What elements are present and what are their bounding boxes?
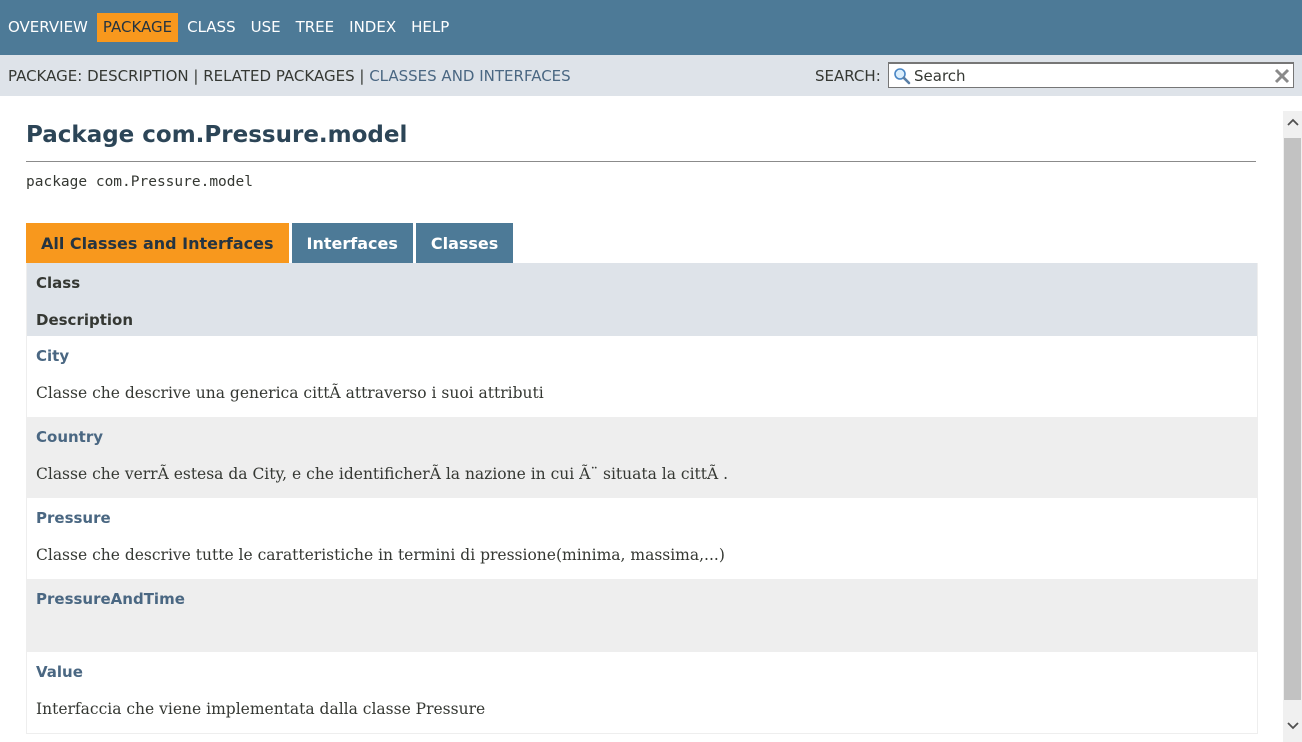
search-box (888, 62, 1294, 88)
class-description: Classe che descrive una generica cittÃ a… (36, 384, 544, 402)
close-icon[interactable] (1272, 66, 1292, 86)
nav-class[interactable]: CLASS (181, 13, 241, 42)
top-nav-list: OVERVIEW PACKAGE CLASS USE TREE INDEX HE… (0, 0, 1302, 55)
main-content: Package com.Pressure.model package com.P… (26, 96, 1258, 742)
subnav-description: DESCRIPTION (87, 67, 189, 85)
table-header: Class Description (27, 263, 1257, 336)
nav-help[interactable]: HELP (405, 13, 455, 42)
table-row: Country Classe che verrÃ estesa da City,… (27, 417, 1257, 498)
chevron-down-icon (1286, 722, 1299, 730)
tab-all-classes-and-interfaces[interactable]: All Classes and Interfaces (26, 223, 289, 263)
search-input[interactable] (914, 65, 1264, 86)
nav-overview[interactable]: OVERVIEW (2, 13, 94, 42)
package-subnav-links: PACKAGE: DESCRIPTION | RELATED PACKAGES … (8, 67, 571, 85)
top-navigation-bar: OVERVIEW PACKAGE CLASS USE TREE INDEX HE… (0, 0, 1302, 55)
interface-link-value[interactable]: Value (36, 663, 83, 681)
table-row: City Classe che descrive una generica ci… (27, 336, 1257, 417)
scroll-down-button[interactable] (1283, 715, 1302, 737)
class-description: Interfaccia che viene implementata dalla… (36, 700, 486, 718)
chevron-up-icon (1286, 118, 1299, 126)
class-link-pressure[interactable]: Pressure (36, 509, 111, 527)
table-row: Pressure Classe che descrive tutte le ca… (27, 498, 1257, 579)
subnav-separator: | (188, 67, 204, 85)
vertical-scrollbar[interactable] (1283, 111, 1302, 742)
search-label: SEARCH: (815, 67, 881, 85)
page-title: Package com.Pressure.model (26, 122, 408, 148)
summary-tabs: All Classes and Interfaces Interfaces Cl… (26, 223, 516, 263)
title-divider (26, 161, 1256, 162)
header-description: Description (36, 311, 134, 329)
class-description: Classe che verrÃ estesa da City, e che i… (36, 465, 729, 483)
subnav-related-packages: RELATED PACKAGES (203, 67, 355, 85)
table-row: Value Interfaccia che viene implementata… (27, 652, 1257, 733)
subnav-separator: | (354, 67, 370, 85)
subnav-classes-link[interactable]: CLASSES AND INTERFACES (369, 67, 570, 85)
nav-use[interactable]: USE (245, 13, 287, 42)
nav-package[interactable]: PACKAGE (96, 13, 179, 42)
class-link-country[interactable]: Country (36, 428, 103, 446)
package-signature: package com.Pressure.model (26, 174, 253, 190)
nav-index[interactable]: INDEX (343, 13, 402, 42)
class-link-pressureandtime[interactable]: PressureAndTime (36, 590, 185, 608)
class-link-city[interactable]: City (36, 347, 69, 365)
subnav-prefix: PACKAGE: (8, 67, 88, 85)
header-class: Class (36, 274, 81, 292)
class-summary-table: Class Description City Classe che descri… (26, 263, 1258, 734)
scroll-up-button[interactable] (1283, 111, 1302, 133)
tab-classes[interactable]: Classes (415, 223, 514, 263)
scroll-thumb[interactable] (1284, 138, 1301, 700)
tab-interfaces[interactable]: Interfaces (291, 223, 413, 263)
class-description: Classe che descrive tutte le caratterist… (36, 546, 725, 564)
search-icon (894, 68, 911, 85)
table-row: PressureAndTime (27, 579, 1257, 652)
nav-tree[interactable]: TREE (290, 13, 341, 42)
